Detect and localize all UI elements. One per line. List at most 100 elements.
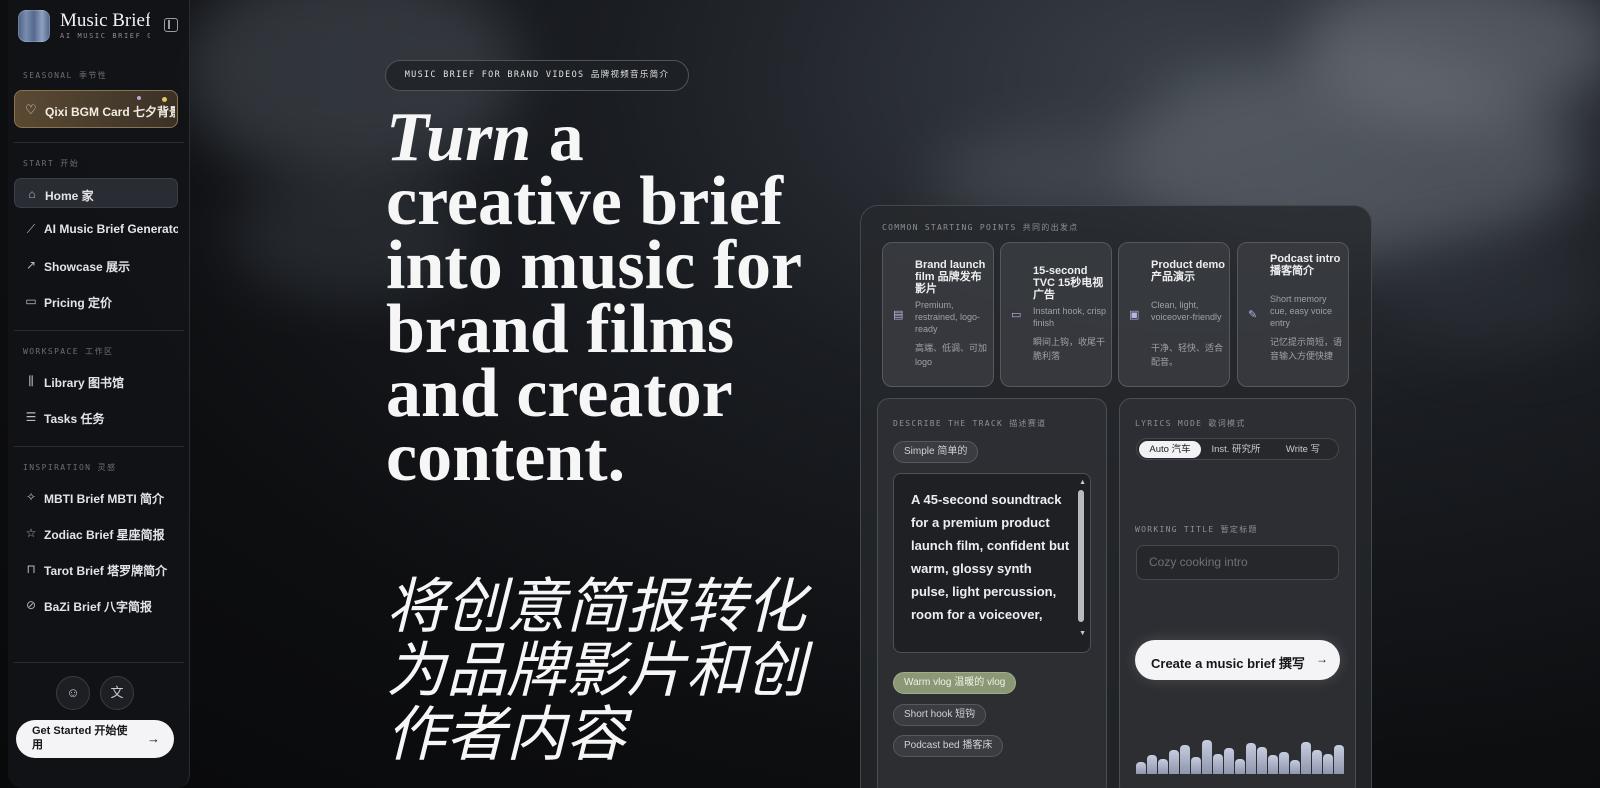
arrow-right-icon: → <box>147 731 160 746</box>
waveform-bar <box>1279 752 1289 774</box>
lyrics-option-write[interactable]: Write 写 <box>1271 441 1335 458</box>
sidebar-item-label: Library 图书馆 <box>44 376 125 390</box>
sidebar-item-library[interactable]: ⫼ Library 图书馆 <box>14 366 178 396</box>
sidebar-item-tasks[interactable]: ☰ Tasks 任务 <box>14 402 178 432</box>
sidebar: Music Brief AI MUSIC BRIEF GENERATOR SEA… <box>8 0 190 788</box>
video-icon: ▭ <box>1011 309 1022 321</box>
home-icon: ⌂ <box>28 187 36 201</box>
scroll-up-icon[interactable]: ▲ <box>1079 479 1086 486</box>
sidebar-item-label: Pricing 定价 <box>44 296 113 310</box>
section-label-workspace: WORKSPACE 工作区 <box>23 347 114 356</box>
lyrics-option-auto[interactable]: Auto 汽车 <box>1139 441 1201 458</box>
sidebar-item-label: Showcase 展示 <box>44 260 131 274</box>
sparkle-icon: ✧ <box>25 490 37 504</box>
card-description: Short memory cue, easy voice entry <box>1270 294 1333 328</box>
track-description-text: A 45-second soundtrack for a premium pro… <box>911 492 1070 622</box>
notification-dot <box>162 97 167 102</box>
sidebar-item-showcase[interactable]: ↗ Showcase 展示 <box>14 250 178 280</box>
waveform-bar <box>1202 740 1212 774</box>
section-label-start: START 开始 <box>23 159 80 168</box>
sidebar-collapse-icon[interactable] <box>164 18 178 32</box>
sidebar-item-label: BaZi Brief 八字简报 <box>44 600 153 614</box>
sidebar-item-label: Tasks 任务 <box>44 412 105 426</box>
mic-icon: ✎ <box>1248 309 1258 321</box>
brand[interactable]: Music Brief AI MUSIC BRIEF GENERATOR <box>14 10 184 42</box>
library-icon: ⫼ <box>28 374 34 388</box>
sparkle-dot <box>137 96 141 100</box>
starter-card-brand-launch[interactable]: ▤ Brand launch film 品牌发布影片 Premium, rest… <box>882 242 994 387</box>
waveform-bar <box>1191 757 1201 774</box>
sidebar-item-zodiac-brief[interactable]: ☆ Zodiac Brief 星座简报 <box>14 518 178 548</box>
monitor-icon: ▣ <box>1129 309 1140 321</box>
section-label-inspiration: INSPIRATION 灵感 <box>23 463 117 472</box>
section-label-seasonal: SEASONAL 季节性 <box>23 71 108 80</box>
qixi-label: Qixi BGM Card 七夕背景 <box>45 105 175 119</box>
create-music-brief-button[interactable]: Create a music brief 撰写 → <box>1135 640 1340 680</box>
waveform-bar <box>1246 743 1256 774</box>
card-description: Premium, restrained, logo-ready <box>915 300 981 334</box>
waveform-bar <box>1147 755 1157 774</box>
lyrics-option-instrumental[interactable]: Inst. 研究所 <box>1205 441 1267 458</box>
divider <box>14 446 184 447</box>
sidebar-item-home[interactable]: ⌂ Home 家 <box>14 178 178 208</box>
waveform-visualizer <box>1136 740 1346 774</box>
starter-card-product-demo[interactable]: ▣ Product demo 产品演示 Clean, light, voiceo… <box>1118 242 1230 387</box>
divider <box>14 330 184 331</box>
lyrics-mode-toggle: Auto 汽车 Inst. 研究所 Write 写 <box>1136 438 1339 460</box>
clapper-icon: ▤ <box>893 309 904 321</box>
card-icon: ▭ <box>25 294 37 308</box>
waveform-bar <box>1213 754 1223 774</box>
waveform-bar <box>1257 747 1267 774</box>
translate-icon: 文 <box>110 685 124 700</box>
preset-chip-warm-vlog[interactable]: Warm vlog 温暖的 vlog <box>893 672 1017 694</box>
working-title-field[interactable] <box>1136 545 1339 580</box>
preset-chip-short-hook[interactable]: Short hook 短钩 <box>893 704 987 726</box>
waveform-bar <box>1169 750 1179 774</box>
sidebar-item-ai-music-brief-generator[interactable]: ⟋ AI Music Brief Generator AI <box>14 214 178 244</box>
language-button[interactable]: 文 <box>100 676 134 710</box>
starter-card-tvc[interactable]: ▭ 15-second TVC 15秒电视广告 Instant hook, cr… <box>1000 242 1112 387</box>
brand-subtitle: AI MUSIC BRIEF GENERATOR <box>60 32 150 40</box>
sidebar-item-label: Tarot Brief 塔罗牌简介 <box>44 564 168 578</box>
waveform-bar <box>1235 759 1245 774</box>
working-title-input[interactable] <box>1149 555 1329 569</box>
scroll-down-icon[interactable]: ▼ <box>1079 630 1086 637</box>
book-icon: ⊓ <box>26 562 36 576</box>
star-icon: ☆ <box>25 526 37 540</box>
heart-icon: ♡ <box>25 102 37 117</box>
card-title: 15-second TVC 15秒电视广告 <box>1033 265 1104 301</box>
trend-icon: ↗ <box>25 258 37 272</box>
waveform-bar <box>1224 748 1234 774</box>
card-title: Podcast intro 播客简介 <box>1270 253 1341 277</box>
qixi-bgm-card-button[interactable]: ♡ Qixi BGM Card 七夕背景 <box>14 90 178 128</box>
card-title: Product demo 产品演示 <box>1151 259 1225 283</box>
sidebar-item-label: Home 家 <box>45 189 94 203</box>
get-started-button[interactable]: Get Started 开始使用 → <box>16 720 174 758</box>
card-description: Instant hook, crisp finish <box>1033 306 1107 328</box>
card-description: Clean, light, voiceover-friendly <box>1151 300 1222 322</box>
waveform-bar <box>1323 754 1333 774</box>
sidebar-item-bazi-brief[interactable]: ⊘ BaZi Brief 八字简报 <box>14 590 178 620</box>
starter-card-podcast-intro[interactable]: ✎ Podcast intro 播客简介 Short memory cue, e… <box>1237 242 1349 387</box>
hero-headline: Turn a creative brief into music for bra… <box>386 103 836 493</box>
preset-chip-podcast-bed[interactable]: Podcast bed 播客床 <box>893 735 1004 757</box>
waveform-bar <box>1290 760 1300 774</box>
divider <box>14 662 184 663</box>
scrollbar-thumb[interactable] <box>1078 490 1084 622</box>
hero-eyebrow-pill: MUSIC BRIEF FOR BRAND VIDEOS 品牌视频音乐简介 <box>385 60 689 91</box>
track-description-textarea[interactable]: A 45-second soundtrack for a premium pro… <box>893 473 1091 653</box>
create-button-label: Create a music brief 撰写 <box>1151 656 1305 671</box>
card-title: Brand launch film 品牌发布影片 <box>915 259 986 295</box>
sidebar-item-label: AI Music Brief Generator AI <box>44 222 178 236</box>
sidebar-item-pricing[interactable]: ▭ Pricing 定价 <box>14 286 178 316</box>
working-title-label: WORKING TITLE 暂定标题 <box>1135 525 1258 534</box>
card-description-cn: 记忆提示简短，语音输入方便快捷 <box>1270 337 1343 361</box>
mode-chip-simple[interactable]: Simple 简单的 <box>893 441 979 463</box>
starting-points-label: COMMON STARTING POINTS 共同的出发点 <box>882 223 1079 232</box>
account-button[interactable]: ☺ <box>56 676 90 710</box>
sidebar-item-mbti-brief[interactable]: ✧ MBTI Brief MBTI 简介 <box>14 482 178 512</box>
compass-icon: ⊘ <box>25 598 37 612</box>
card-description-cn: 干净、轻快、适合配音。 <box>1151 343 1224 367</box>
wand-icon: ⟋ <box>26 222 36 236</box>
sidebar-item-tarot-brief[interactable]: ⊓ Tarot Brief 塔罗牌简介 <box>14 554 178 584</box>
